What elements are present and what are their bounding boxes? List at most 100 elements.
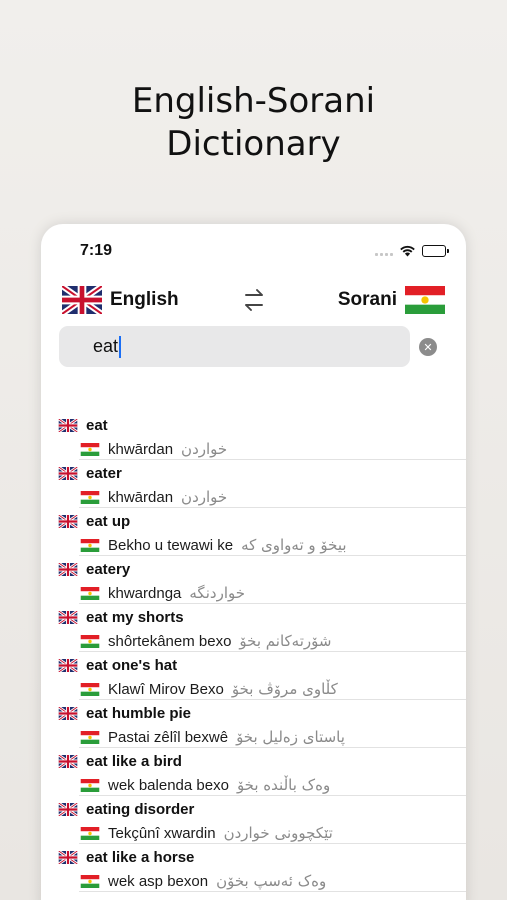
result-sorani-translation: کڵاوی مرۆڤ بخۆ [231,680,338,698]
result-latin-translation: wek balenda bexo [108,776,229,794]
target-language-label: Sorani [337,289,397,310]
result-headword: eat humble pie [86,704,192,722]
result-latin-translation: Bekho u tewawi ke [108,536,234,554]
kurdistan-flag-icon [405,286,445,314]
clear-icon[interactable]: ✕ [419,338,437,356]
result-translation-row: Tekçûnî xwardin تێکچوونی خواردن [80,824,333,842]
result-sorani-translation: خواردنگە [189,584,246,602]
promo-title-line-1: English-Sorani [131,81,376,121]
source-language-label: English [110,289,179,310]
uk-flag-icon [58,610,78,624]
result-headword: eat like a bird [86,752,182,770]
result-headword: eat one's hat [86,656,178,674]
result-headword: eatery [86,560,131,578]
result-entry[interactable]: eat like a horse wek asp bexon وەک ئەسپ بخ… [41,844,466,892]
phone-screen: 7:19 English Sorani eat ✕ eat khwārdan خ… [41,224,466,900]
status-icons [375,244,449,257]
promo-title-line-2: Dictionary [166,124,341,164]
swap-arrows-icon [245,289,263,311]
result-english-row[interactable]: eater [58,464,122,482]
result-headword: eater [86,464,122,482]
divider [79,891,466,892]
result-headword: eat [86,416,108,434]
result-sorani-translation: وەک باڵندە بخۆ [236,776,331,794]
result-sorani-translation: وەک ئەسپ بخۆن [216,872,327,890]
result-headword: eat my shorts [86,608,184,626]
result-latin-translation: khwārdan [108,440,174,458]
result-entry[interactable]: eat khwārdan خواردن [41,412,466,460]
result-translation-row: khwardnga خواردنگە [80,584,245,602]
result-translation-row: khwārdan خواردن [80,440,227,458]
result-english-row[interactable]: eat like a bird [58,752,182,770]
text-caret [119,335,122,358]
results-list: eat khwārdan خواردن eater khwārdan خواردن eat … [41,412,466,892]
result-entry[interactable]: eat my shorts shôrtekânem bexo شۆرتەکانم ب… [41,604,466,652]
kurdistan-flag-icon [80,586,100,600]
result-entry[interactable]: eat one's hat Klawî Mirov Bexo کڵاوی مرۆڤ … [41,652,466,700]
uk-flag-icon [62,286,102,314]
result-latin-translation: Pastai zêlîl bexwê [108,728,229,746]
result-entry[interactable]: eating disorder Tekçûnî xwardin تێکچوونی خ… [41,796,466,844]
result-headword: eat up [86,512,131,530]
result-latin-translation: khwārdan [108,488,174,506]
uk-flag-icon [58,802,78,816]
kurdistan-flag-icon [80,634,100,648]
result-latin-translation: Tekçûnî xwardin [108,824,216,842]
result-translation-row: Klawî Mirov Bexo کڵاوی مرۆڤ بخۆ [80,680,338,698]
result-entry[interactable]: eat up Bekho u tewawi ke بیخۆ و تەواوی کە [41,508,466,556]
battery-icon [422,244,449,257]
result-latin-translation: shôrtekânem bexo [108,632,232,650]
wifi-icon [400,245,415,257]
uk-flag-icon [58,562,78,576]
result-english-row[interactable]: eat my shorts [58,608,184,626]
result-english-row[interactable]: eat humble pie [58,704,191,722]
result-sorani-translation: پاستای زەلیل بخۆ [236,728,345,746]
result-entry[interactable]: eat humble pie Pastai zêlîl bexwê پاستای ز… [41,700,466,748]
result-sorani-translation: خواردن [181,440,228,458]
kurdistan-flag-icon [80,490,100,504]
swap-languages-button[interactable] [241,287,267,313]
result-english-row[interactable]: eat [58,416,108,434]
result-english-row[interactable]: eat like a horse [58,848,194,866]
uk-flag-icon [58,850,78,864]
result-english-row[interactable]: eating disorder [58,800,194,818]
result-translation-row: shôrtekânem bexo شۆرتەکانم بخۆ [80,632,331,650]
search-input-value: eat [93,336,119,356]
result-translation-row: Pastai zêlîl bexwê پاستای زەلیل بخۆ [80,728,345,746]
status-bar: 7:19 [41,224,466,276]
result-entry[interactable]: eat like a bird wek balenda bexo وەک باڵند… [41,748,466,796]
kurdistan-flag-icon [80,826,100,840]
result-sorani-translation: تێکچوونی خواردن [223,824,333,842]
result-headword: eat like a horse [86,848,195,866]
kurdistan-flag-icon [80,730,100,744]
result-english-row[interactable]: eat up [58,512,130,530]
result-latin-translation: wek asp bexon [108,872,209,890]
result-sorani-translation: خواردن [181,488,228,506]
uk-flag-icon [58,418,78,432]
target-language-button[interactable]: Sorani [338,286,445,314]
kurdistan-flag-icon [80,874,100,888]
kurdistan-flag-icon [80,682,100,696]
result-translation-row: wek balenda bexo وەک باڵندە بخۆ [80,776,330,794]
result-translation-row: wek asp bexon وەک ئەسپ بخۆن [80,872,326,890]
kurdistan-flag-icon [80,778,100,792]
signal-icon [375,246,393,256]
result-sorani-translation: بیخۆ و تەواوی کە [241,536,347,554]
kurdistan-flag-icon [80,442,100,456]
search-input[interactable]: eat [59,326,410,367]
result-headword: eating disorder [86,800,195,818]
uk-flag-icon [58,706,78,720]
result-entry[interactable]: eatery khwardnga خواردنگە [41,556,466,604]
uk-flag-icon [58,466,78,480]
source-language-button[interactable]: English [62,286,179,314]
promo-title: English-Sorani Dictionary [0,80,507,166]
result-english-row[interactable]: eatery [58,560,130,578]
uk-flag-icon [58,514,78,528]
result-entry[interactable]: eater khwārdan خواردن [41,460,466,508]
result-english-row[interactable]: eat one's hat [58,656,177,674]
language-bar: English Sorani [41,284,466,318]
result-translation-row: khwārdan خواردن [80,488,227,506]
kurdistan-flag-icon [80,538,100,552]
uk-flag-icon [58,658,78,672]
uk-flag-icon [58,754,78,768]
